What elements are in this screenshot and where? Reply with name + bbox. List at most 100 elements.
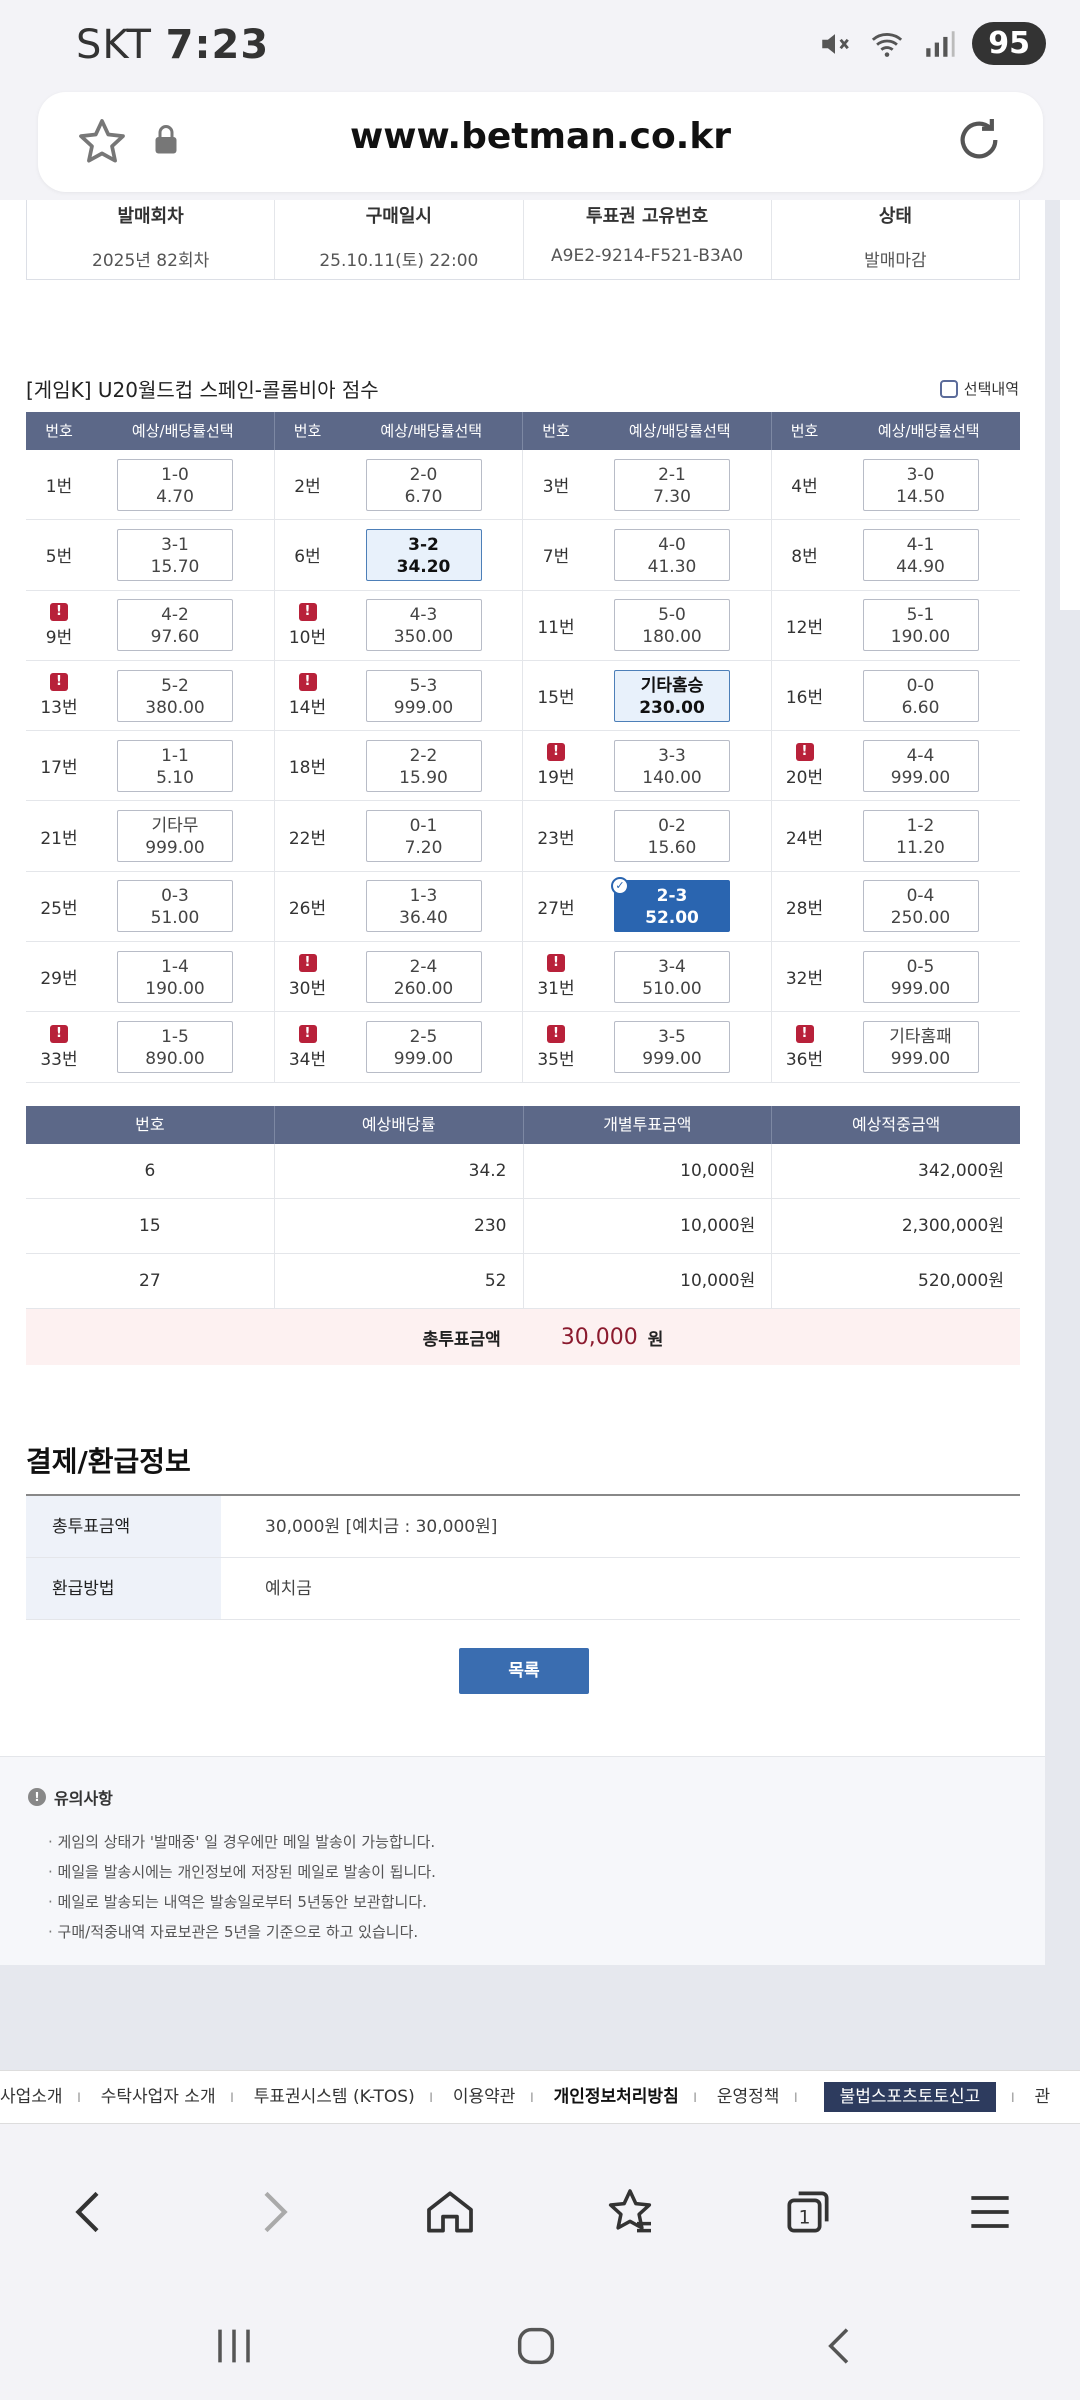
match-number: 22번 [288,828,327,849]
odds-option-button[interactable]: 1-3 36.40 [365,880,482,933]
footer-link[interactable]: 운영정책 [717,2071,780,2123]
odds-option-button[interactable]: 3-0 14.50 [862,458,979,511]
odds-option-button[interactable]: 4-0 41.30 [614,528,730,581]
odds-option-button[interactable]: 5-2 380.00 [117,669,233,722]
score-label: 3-2 [408,534,439,555]
odds-value: 999.00 [642,1049,702,1070]
odds-option-button[interactable]: 3-3 140.00 [614,739,730,792]
back-icon[interactable] [62,2184,118,2240]
odds-option-button[interactable]: 3-2 34.20 [365,528,482,581]
odds-option-button[interactable]: 2-1 7.30 [614,458,730,511]
table-row: 총투표금액 30,000원 [예치금 : 30,000원] [26,1496,1020,1558]
warning-icon: ! [50,673,68,692]
odds-cell: 28번 0-4 250.00 [772,872,1021,941]
odds-option-button[interactable]: 0-2 15.60 [614,810,730,863]
odds-option-button[interactable]: 1-4 190.00 [117,950,233,1003]
menu-icon[interactable] [962,2184,1018,2240]
score-label: 2-2 [409,745,438,766]
odds-option-button[interactable]: 4-2 97.60 [117,599,233,652]
footer-link[interactable]: 개인정보처리방침 [554,2071,679,2123]
system-back-icon[interactable] [812,2318,868,2374]
match-number: ! 30번 [288,954,327,1000]
footer-link[interactable]: 사업소개 [0,2071,63,2123]
odds-option-button[interactable]: 0-0 6.60 [862,669,979,722]
odds-option-button[interactable]: 2-2 15.90 [365,739,482,792]
match-number: ! 36번 [785,1024,824,1070]
odds-option-button[interactable]: 1-5 890.00 [117,1021,233,1074]
reload-icon[interactable] [951,112,1007,168]
odds-row: 21번 기타무 999.00 22번 0-1 7.20 23번 0-2 15.60 24번 1-2 1… [26,801,1020,872]
odds-cell: 23번 0-2 15.60 [523,801,772,871]
table-row: 환급방법 예치금 [26,1558,1020,1620]
odds-cell: 11번 5-0 180.00 [523,590,772,660]
odds-option-button[interactable]: 4-3 350.00 [365,599,482,652]
footer-link[interactable]: 투표권시스템 (K-TOS) [254,2071,415,2123]
footer-link[interactable]: 수탁사업자 소개 [101,2071,216,2123]
score-label: 4-4 [906,745,935,766]
odds-option-button[interactable]: 0-4 250.00 [862,880,979,933]
odds-cell: ! 13번 5-2 380.00 [26,660,275,731]
match-number: 1번 [45,477,73,498]
forward-icon[interactable] [245,2184,301,2240]
score-label: 2-4 [409,956,438,977]
selection-toggle[interactable]: 선택내역 [939,378,1019,399]
warning-icon: ! [795,1024,814,1043]
score-label: 기타홈패 [889,1027,952,1048]
bet-summary-table: 번호 예상배당률 개별투표금액 예상적중금액 6 34.2 10,000원 342,0… [26,1106,1020,1365]
match-number: 11번 [537,617,575,638]
odds-cell: 6번 3-2 34.20 [275,520,523,590]
odds-option-button[interactable]: 2-4 260.00 [365,950,482,1003]
odds-option-button[interactable]: 1-2 11.20 [862,810,979,863]
odds-option-button[interactable]: 0-1 7.20 [365,810,482,863]
bookmarks-icon[interactable] [602,2184,658,2240]
footer-link[interactable]: 관 [1034,2071,1050,2123]
match-number: ! 31번 [537,954,575,1000]
odds-option-button[interactable]: ✓ 2-3 52.00 [611,877,730,933]
odds-option-button[interactable]: 5-3 999.00 [365,669,482,722]
odds-option-button[interactable]: 2-0 6.70 [365,458,482,511]
odds-option-button[interactable]: 기타홈패 999.00 [862,1021,979,1074]
list-item: 게임의 상태가 '발매중' 일 경우에만 메일 발송이 가능합니다. [48,1827,436,1857]
address-bar[interactable]: www.betman.co.kr [38,92,1043,192]
checkbox[interactable] [939,379,958,398]
odds-option-button[interactable]: 1-0 4.70 [117,458,233,511]
score-label: 0-1 [409,816,438,837]
odds-option-button[interactable]: 3-5 999.00 [614,1021,730,1074]
recent-apps-icon[interactable] [206,2318,262,2374]
score-label: 5-2 [161,675,189,696]
match-number: 16번 [785,688,824,709]
url-text[interactable]: www.betman.co.kr [38,116,1043,157]
odds-option-button[interactable]: 4-4 999.00 [862,739,979,792]
score-label: 0-3 [161,886,189,907]
odds-cell: 15번 기타홈승 230.00 [523,660,772,731]
odds-cell: 17번 1-1 5.10 [26,731,275,801]
odds-value: 5.10 [156,767,194,788]
odds-option-button[interactable]: 4-1 44.90 [862,528,979,581]
signal-icon [926,30,955,57]
odds-option-button[interactable]: 기타홈승 230.00 [614,669,730,722]
odds-option-button[interactable]: 기타무 999.00 [117,810,233,863]
odds-value: 890.00 [145,1049,205,1070]
system-home-icon[interactable] [508,2318,564,2374]
odds-option-button[interactable]: 3-1 15.70 [117,528,233,581]
scrollbar[interactable] [1060,200,1080,610]
odds-option-button[interactable]: 2-5 999.00 [365,1021,482,1074]
home-icon[interactable] [422,2184,478,2240]
list-button[interactable]: 목록 [459,1648,589,1694]
match-number: 12번 [785,617,824,638]
odds-cell: ! 14번 5-3 999.00 [275,660,523,731]
odds-option-button[interactable]: 5-0 180.00 [614,599,730,652]
odds-option-button[interactable]: 5-1 190.00 [862,599,979,652]
odds-row: ! 9번 4-2 97.60 ! 10번 4-3 350.00 11번 5-0 180.00 12번 5… [26,590,1020,661]
footer-link[interactable]: 이용약관 [453,2071,516,2123]
odds-option-button[interactable]: 0-5 999.00 [862,950,979,1003]
match-number: 6번 [294,547,321,568]
odds-value: 180.00 [642,627,702,648]
tabs-icon[interactable]: 1 [780,2184,836,2240]
warning-icon: ! [50,1024,68,1043]
odds-option-button[interactable]: 1-1 5.10 [117,739,233,792]
odds-option-button[interactable]: 0-3 51.00 [117,880,233,933]
odds-option-button[interactable]: 3-4 510.00 [614,950,730,1003]
report-button[interactable]: 불법스포츠토토신고 [823,2082,997,2112]
odds-value: 52.00 [645,908,699,929]
